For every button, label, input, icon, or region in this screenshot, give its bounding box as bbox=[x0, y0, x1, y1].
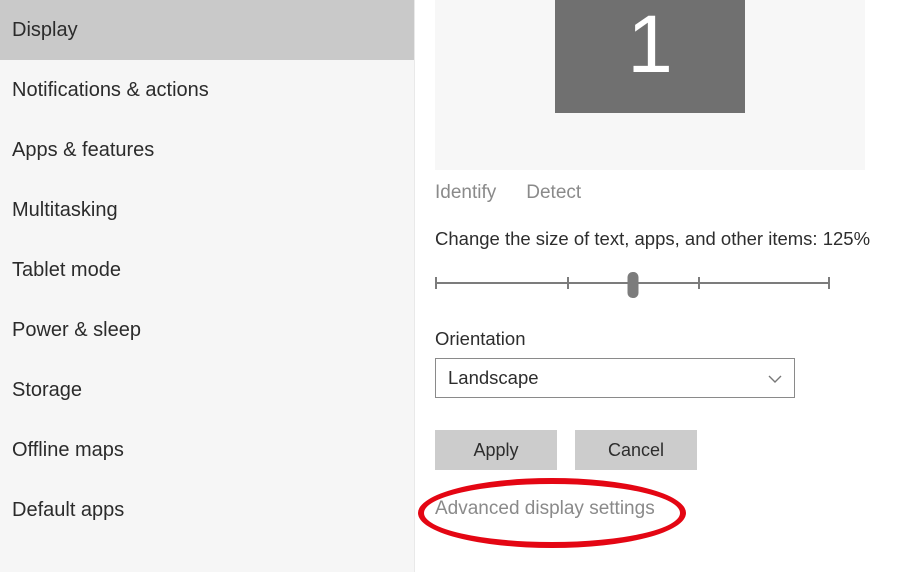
scale-slider[interactable] bbox=[435, 268, 830, 302]
sidebar-item-label: Multitasking bbox=[12, 199, 118, 221]
settings-sidebar: Display Notifications & actions Apps & f… bbox=[0, 0, 415, 572]
sidebar-item-label: Display bbox=[12, 19, 78, 41]
apply-cancel-row: Apply Cancel bbox=[435, 430, 697, 470]
display-settings-panel: 1 Identify Detect Change the size of tex… bbox=[415, 0, 900, 572]
apply-button[interactable]: Apply bbox=[435, 430, 557, 470]
slider-tick bbox=[435, 277, 437, 289]
sidebar-item-label: Tablet mode bbox=[12, 259, 121, 281]
slider-tick bbox=[698, 277, 700, 289]
sidebar-item-multitasking[interactable]: Multitasking bbox=[0, 180, 414, 240]
sidebar-item-tablet-mode[interactable]: Tablet mode bbox=[0, 240, 414, 300]
orientation-dropdown[interactable]: Landscape bbox=[435, 358, 795, 398]
sidebar-item-display[interactable]: Display bbox=[0, 0, 414, 60]
monitor-tile-1[interactable]: 1 bbox=[555, 0, 745, 113]
sidebar-item-label: Default apps bbox=[12, 499, 124, 521]
slider-tick bbox=[567, 277, 569, 289]
sidebar-item-apps-features[interactable]: Apps & features bbox=[0, 120, 414, 180]
scale-label: Change the size of text, apps, and other… bbox=[435, 228, 870, 250]
advanced-display-settings-link[interactable]: Advanced display settings bbox=[435, 498, 655, 520]
chevron-down-icon bbox=[768, 367, 782, 389]
sidebar-item-label: Storage bbox=[12, 379, 82, 401]
detect-link[interactable]: Detect bbox=[526, 182, 581, 204]
cancel-button[interactable]: Cancel bbox=[575, 430, 697, 470]
identify-link[interactable]: Identify bbox=[435, 182, 496, 204]
sidebar-item-storage[interactable]: Storage bbox=[0, 360, 414, 420]
sidebar-item-label: Notifications & actions bbox=[12, 79, 209, 101]
sidebar-item-label: Power & sleep bbox=[12, 319, 141, 341]
sidebar-item-label: Offline maps bbox=[12, 439, 124, 461]
monitor-preview-area[interactable]: 1 bbox=[435, 0, 865, 170]
sidebar-item-notifications[interactable]: Notifications & actions bbox=[0, 60, 414, 120]
sidebar-item-default-apps[interactable]: Default apps bbox=[0, 480, 414, 540]
sidebar-item-label: Apps & features bbox=[12, 139, 154, 161]
slider-thumb[interactable] bbox=[627, 272, 638, 298]
sidebar-item-power-sleep[interactable]: Power & sleep bbox=[0, 300, 414, 360]
orientation-label: Orientation bbox=[435, 328, 526, 350]
slider-tick bbox=[828, 277, 830, 289]
sidebar-item-offline-maps[interactable]: Offline maps bbox=[0, 420, 414, 480]
monitor-number: 1 bbox=[627, 0, 673, 92]
settings-window: Display Notifications & actions Apps & f… bbox=[0, 0, 900, 572]
orientation-value: Landscape bbox=[448, 367, 539, 389]
preview-actions-row: Identify Detect bbox=[435, 182, 581, 204]
